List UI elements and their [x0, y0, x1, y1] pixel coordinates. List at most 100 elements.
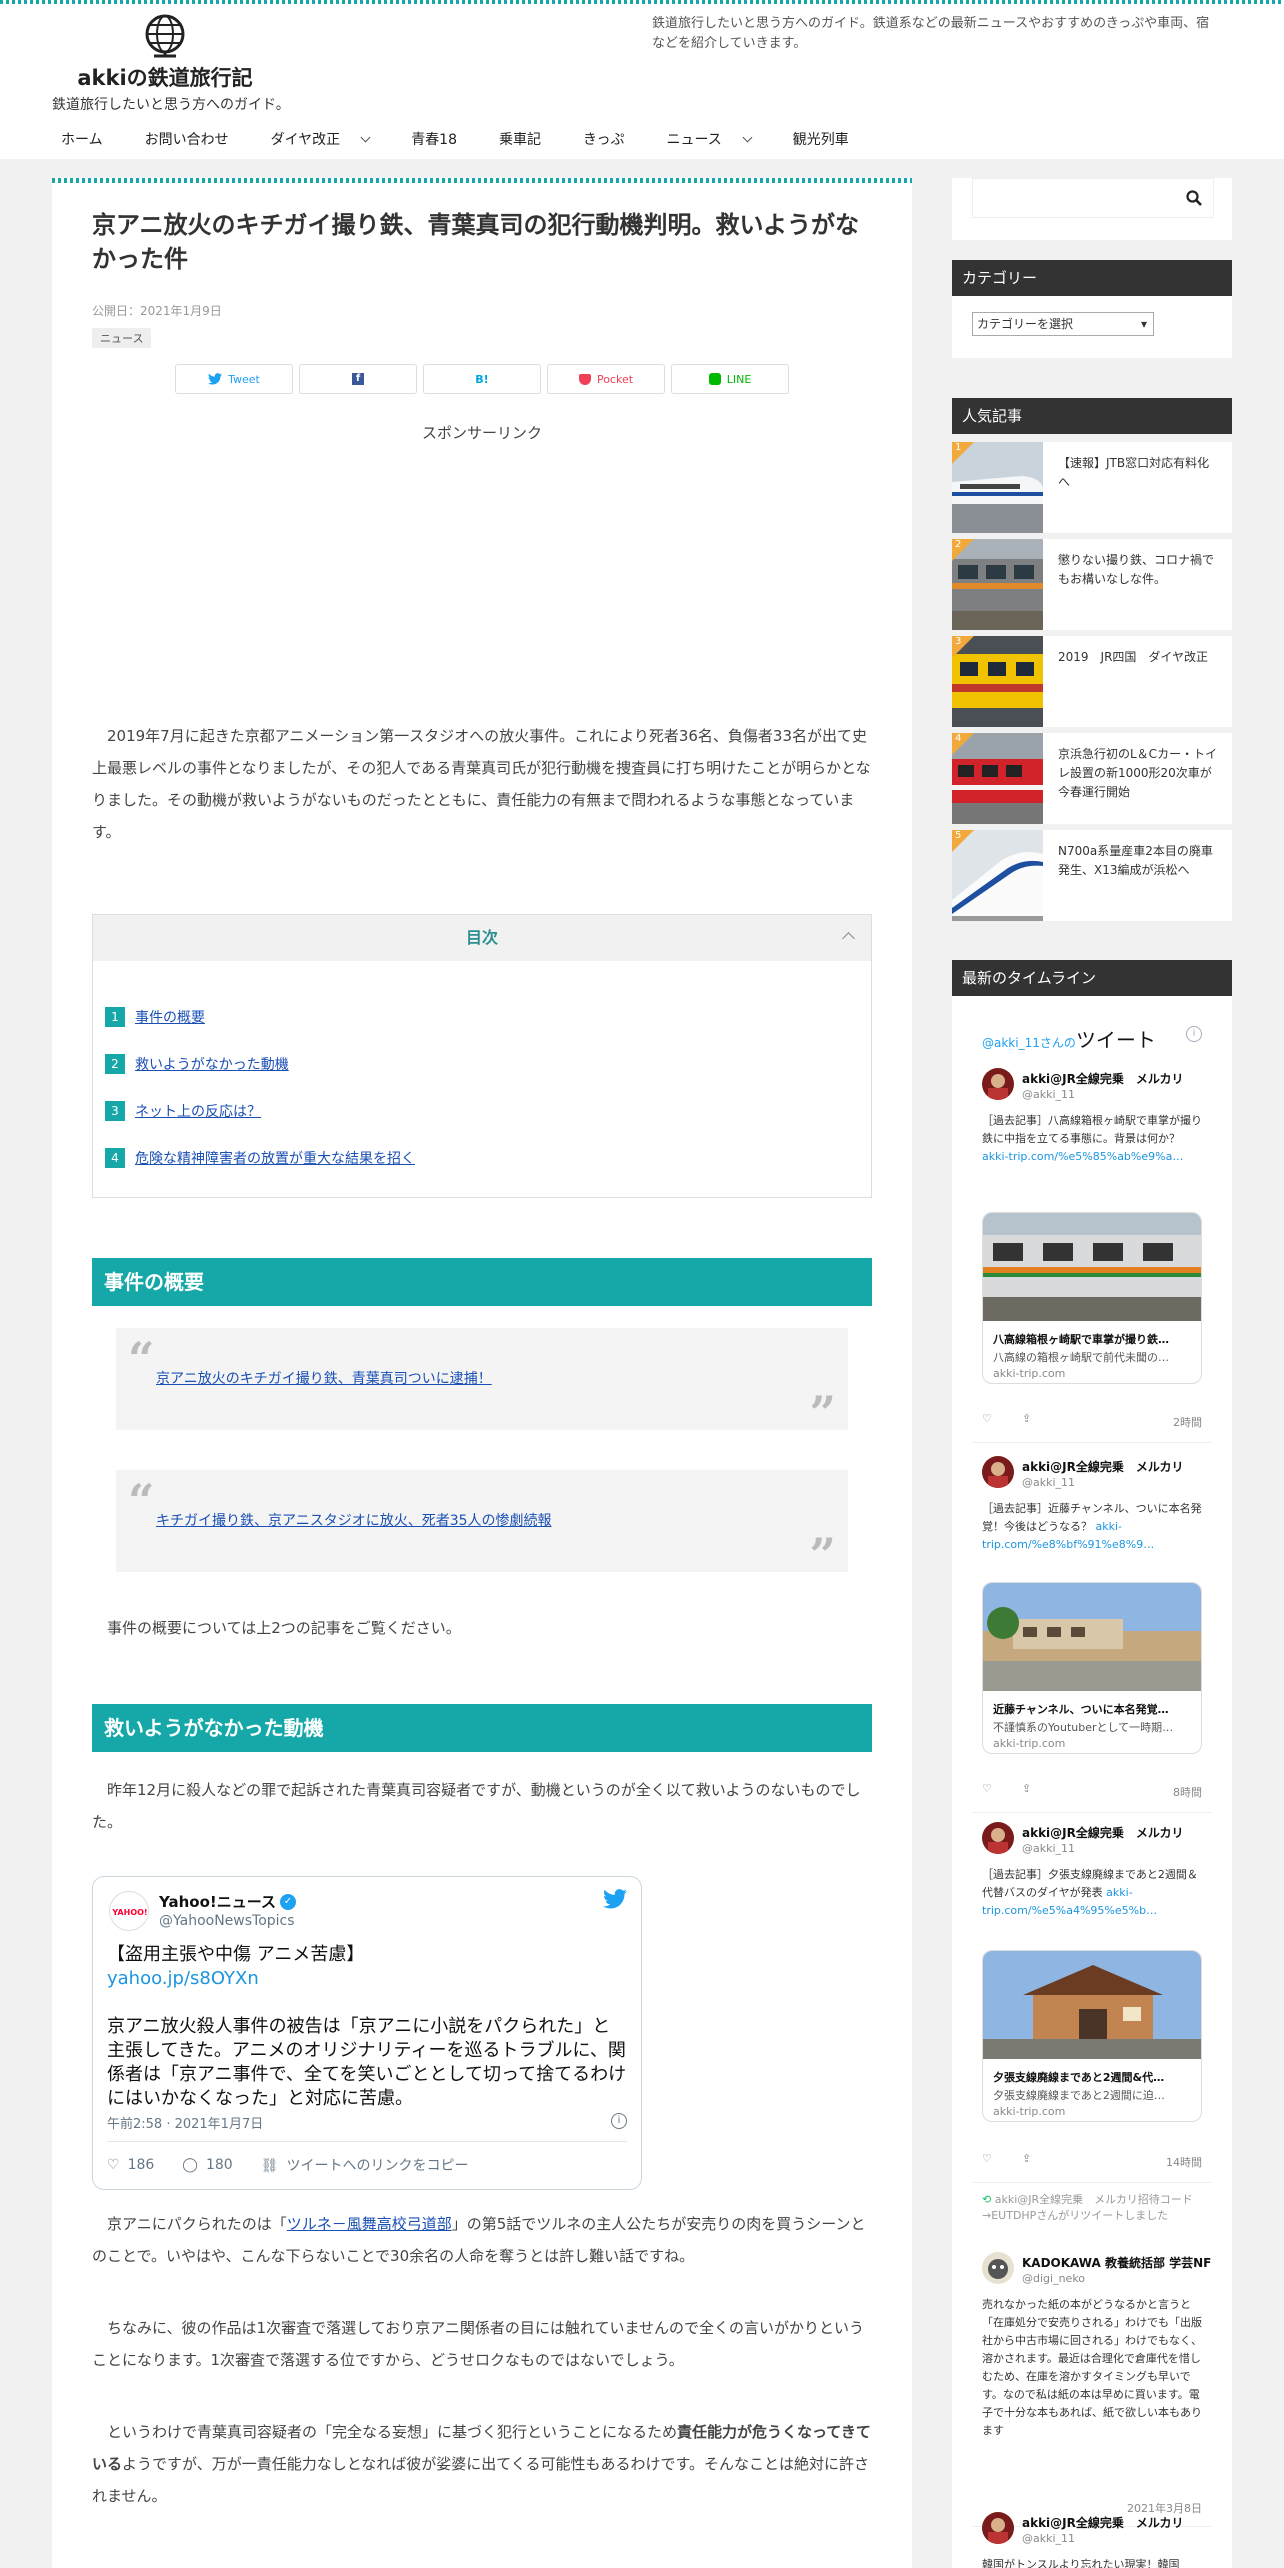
- category-badge[interactable]: ニュース: [92, 328, 152, 348]
- popular-post[interactable]: 2 懲りない撮り鉄、コロナ禍でもお構いなしな件。: [952, 539, 1232, 630]
- popular-post-title[interactable]: N700a系量産車2本目の廃車発生、X13編成が浜松へ: [1058, 842, 1218, 880]
- site-logo[interactable]: akkiの鉄道旅行記: [55, 12, 275, 92]
- divider: [107, 2141, 627, 2142]
- related-article-link[interactable]: キチガイ撮り鉄、京アニスタジオに放火、死者35人の惨劇続報: [156, 1510, 552, 1530]
- rank-badge: 3: [952, 636, 974, 658]
- article-main: 京アニ放火のキチガイ撮り鉄、青葉真司の犯行動機判明。救いようがなかった件 公開日…: [52, 178, 912, 2568]
- chevron-up-icon[interactable]: [842, 932, 855, 945]
- avatar[interactable]: [982, 1456, 1014, 1488]
- share-icon[interactable]: ⇪: [1022, 1412, 1031, 1425]
- facebook-icon: f: [352, 373, 364, 385]
- avatar[interactable]: [982, 2252, 1014, 2284]
- site-name[interactable]: akkiの鉄道旅行記: [55, 62, 275, 92]
- toc-link-reactions[interactable]: ネット上の反応は？: [135, 1101, 261, 1121]
- verified-badge-icon: ✓: [280, 1893, 296, 1910]
- nav-home[interactable]: ホーム: [40, 120, 124, 160]
- ad-space: [92, 458, 872, 698]
- popular-post[interactable]: 5 N700a系量産車2本目の廃車発生、X13編成が浜松へ: [952, 830, 1232, 921]
- tweet-share-button[interactable]: Tweet: [175, 364, 293, 394]
- paragraph-rejected: ちなみに、彼の作品は1次審査で落選しており京アニ関係者の目には触れていませんので…: [92, 2319, 864, 2369]
- popular-post-title[interactable]: 2019 JR四国 ダイヤ改正: [1058, 648, 1218, 667]
- heart-icon: ♡: [107, 2157, 120, 2173]
- blockquote: “ 京アニ放火のキチガイ撮り鉄、青葉真司ついに逮捕！ ”: [116, 1328, 848, 1436]
- avatar[interactable]: [982, 1822, 1014, 1854]
- link-icon: ⛓: [260, 2158, 279, 2174]
- popular-widget-title: 人気記事: [952, 398, 1232, 434]
- category-select[interactable]: カテゴリーを選択: [972, 312, 1154, 336]
- toc-header[interactable]: 目次: [93, 915, 871, 961]
- timeline-tweet[interactable]: akki@JR全線完乗 メルカリ @akki_11 韓国がトンスルより忘れたい現…: [982, 2512, 1202, 2568]
- global-nav: ホーム お問い合わせ ダイヤ改正 青春18 乗車記 きっぷ ニュース 観光列車: [40, 120, 870, 160]
- rank-badge: 5: [952, 830, 974, 852]
- toc-link-motive[interactable]: 救いようがなかった動機: [135, 1054, 289, 1074]
- share-icon[interactable]: ⇪: [1022, 2152, 1031, 2165]
- heart-icon[interactable]: ♡: [982, 2152, 992, 2165]
- twitter-bird-icon[interactable]: [603, 1889, 627, 1909]
- nav-timetable[interactable]: ダイヤ改正: [250, 120, 391, 160]
- related-article-link[interactable]: 京アニ放火のキチガイ撮り鉄、青葉真司ついに逮捕！: [156, 1368, 492, 1388]
- timeline-tweet[interactable]: akki@JR全線完乗 メルカリ @akki_11 ［過去記事］夕張支線廃線まで…: [982, 1822, 1202, 1942]
- link-card[interactable]: 八高線箱根ヶ崎駅で車掌が撮り鉄… 八高線の箱根ヶ崎駅で前代未聞の… akki-t…: [982, 1212, 1202, 1384]
- popular-post[interactable]: 1 【速報】JTB窓口対応有料化へ: [952, 442, 1232, 533]
- tweet-author-name[interactable]: Yahoo!ニュース ✓: [159, 1891, 296, 1912]
- popular-post[interactable]: 3 2019 JR四国 ダイヤ改正: [952, 636, 1232, 727]
- popular-post-title[interactable]: 【速報】JTB窓口対応有料化へ: [1058, 454, 1218, 492]
- popular-post-title[interactable]: 京浜急行初のL＆Cカー・トイレ設置の新1000形20次車が今春運行開始: [1058, 745, 1218, 802]
- sponsor-label: スポンサーリンク: [421, 424, 542, 442]
- share-icon[interactable]: ⇪: [1022, 1782, 1031, 1795]
- search-icon[interactable]: [1185, 189, 1203, 207]
- tweet-link[interactable]: yahoo.jp/s8OYXn: [107, 1967, 627, 1991]
- facebook-share-button[interactable]: f: [299, 364, 417, 394]
- link-card[interactable]: 近藤チャンネル、ついに本名発覚… 不謹慎系のYoutuberとして一時期… ak…: [982, 1582, 1202, 1754]
- toc-link-overview[interactable]: 事件の概要: [135, 1007, 205, 1027]
- nav-sightseeing-train[interactable]: 観光列車: [772, 120, 870, 160]
- info-icon[interactable]: i: [611, 2113, 627, 2129]
- popular-post[interactable]: 4 京浜急行初のL＆Cカー・トイレ設置の新1000形20次車が今春運行開始: [952, 733, 1232, 824]
- search-input[interactable]: [972, 178, 1214, 218]
- toc-link-danger[interactable]: 危険な精神障害者の放置が重大な結果を招く: [135, 1148, 415, 1168]
- pocket-share-button[interactable]: Pocket: [547, 364, 665, 394]
- tweet-author-handle[interactable]: @YahooNewsTopics: [159, 1913, 295, 1929]
- rank-badge: 1: [952, 442, 974, 464]
- reply-button[interactable]: ◯ 180: [182, 2157, 232, 2173]
- info-icon[interactable]: i: [1186, 1026, 1202, 1042]
- link-card[interactable]: 夕張支線廃線まであと2週間&代… 夕張支線廃線まであと2週間に迫… akki-t…: [982, 1950, 1202, 2122]
- avatar[interactable]: [982, 2512, 1014, 2544]
- nav-contact[interactable]: お問い合わせ: [124, 120, 250, 160]
- hatena-share-button[interactable]: B!: [423, 364, 541, 394]
- tweet-timestamp[interactable]: 午前2:58 · 2021年1月7日: [107, 2113, 263, 2132]
- tweet-link[interactable]: akki-trip.com/%e5%85%ab%e9%a…: [982, 1150, 1183, 1163]
- retweet-icon: ⟲: [982, 2193, 995, 2206]
- avatar[interactable]: YAHOO!: [109, 1891, 149, 1931]
- timeline-tweet[interactable]: akki@JR全線完乗 メルカリ @akki_11 ［過去記事］近藤チャンネル、…: [982, 1456, 1202, 1576]
- embedded-tweet[interactable]: YAHOO! Yahoo!ニュース ✓ @YahooNewsTopics 【盗用…: [92, 1876, 642, 2190]
- tweet-actions: ♡ ⇪ 8時間: [982, 1782, 1202, 1799]
- like-button[interactable]: ♡ 186: [107, 2157, 154, 2173]
- line-share-button[interactable]: LINE: [671, 364, 789, 394]
- intro-paragraph: 2019年7月に起きた京都アニメーション第一スタジオへの放火事件。これにより死者…: [92, 727, 871, 841]
- rank-badge: 2: [952, 539, 974, 561]
- nav-seishun18[interactable]: 青春18: [390, 120, 478, 160]
- timeline-tweet[interactable]: KADOKAWA 教養統括部 学芸NF @digi_neko 売れなかった紙の本…: [982, 2252, 1211, 2502]
- avatar[interactable]: [982, 1068, 1014, 1100]
- copy-link-button[interactable]: ⛓ ツイートへのリンクをコピー: [261, 2155, 469, 2175]
- nav-news[interactable]: ニュース: [645, 120, 771, 160]
- share-buttons: Tweet f B! Pocket LINE: [175, 364, 789, 394]
- retweet-context: ⟲ akki@JR全線完乗 メルカリ招待コード→EUTDHPさんがリツイートしま…: [982, 2193, 1193, 2222]
- close-quote-icon: ”: [809, 1528, 836, 1582]
- heart-icon[interactable]: ♡: [982, 1782, 992, 1795]
- category-widget: カテゴリーを選択: [952, 296, 1232, 358]
- timeline-header[interactable]: @akki_11さんのツイート: [982, 1024, 1156, 1053]
- toc-list: 1 事件の概要 2 救いようがなかった動機 3 ネット上の反応は？ 4 危険な精神障害者…: [105, 993, 415, 1181]
- chevron-down-icon: [742, 132, 753, 143]
- nav-tickets[interactable]: きっぷ: [562, 120, 645, 160]
- tweet-actions: ♡ ⇪ 2時間: [982, 1412, 1202, 1429]
- timeline-tweet[interactable]: akki@JR全線完乗 メルカリ @akki_11 ［過去記事］八高線箱根ヶ崎駅…: [982, 1068, 1202, 1188]
- section-heading-overview: 事件の概要: [92, 1258, 872, 1306]
- heart-icon[interactable]: ♡: [982, 1412, 992, 1425]
- nav-ride-report[interactable]: 乗車記: [478, 120, 562, 160]
- twitter-bird-icon: [208, 373, 223, 385]
- tsurune-link[interactable]: ツルネ－風舞高校弓道部: [287, 2215, 452, 2233]
- twitter-timeline: @akki_11さんのツイート i akki@JR全線完乗 メルカリ @akki…: [952, 996, 1232, 2568]
- popular-post-title[interactable]: 懲りない撮り鉄、コロナ禍でもお構いなしな件。: [1058, 551, 1218, 589]
